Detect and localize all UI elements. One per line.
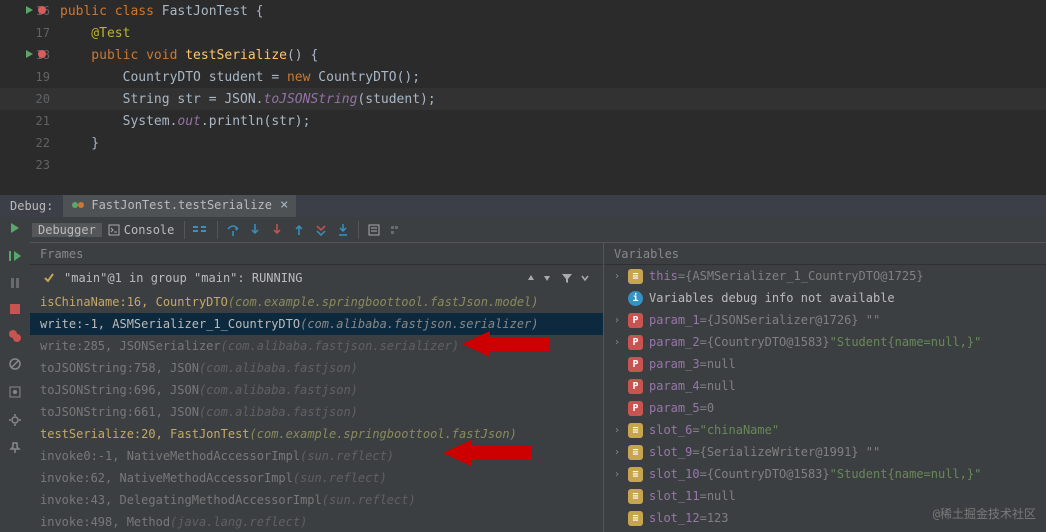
settings-icon[interactable] xyxy=(8,413,22,427)
var-item[interactable]: ›≡slot_6 = "chinaName" xyxy=(604,419,1046,441)
threads-icon[interactable] xyxy=(189,223,213,237)
debug-tab-bar: Debug: FastJonTest.testSerialize × xyxy=(0,195,1046,217)
pause-icon[interactable] xyxy=(9,277,21,289)
run-to-cursor-icon[interactable] xyxy=(332,223,354,237)
var-item[interactable]: ›Pparam_1 = {JSONSerializer@1726} "" xyxy=(604,309,1046,331)
check-icon xyxy=(43,272,55,284)
thread-selector[interactable]: "main"@1 in group "main": RUNNING xyxy=(30,265,603,291)
var-item[interactable]: Pparam_5 = 0 xyxy=(604,397,1046,419)
watermark: @稀土掘金技术社区 xyxy=(933,505,1036,522)
debug-label: Debug: xyxy=(10,199,53,213)
debug-side-toolbar xyxy=(0,243,30,532)
close-icon[interactable]: × xyxy=(280,197,288,213)
variables-header: Variables xyxy=(604,243,1046,265)
debugger-tab[interactable]: Debugger xyxy=(32,223,102,237)
force-step-into-icon[interactable] xyxy=(266,223,288,237)
frame-item[interactable]: invoke:43, DelegatingMethodAccessorImpl … xyxy=(30,489,603,511)
frame-item[interactable]: testSerialize:20, FastJonTest (com.examp… xyxy=(30,423,603,445)
evaluate-icon[interactable] xyxy=(363,223,385,237)
frame-item[interactable]: toJSONString:758, JSON (com.alibaba.fast… xyxy=(30,357,603,379)
debug-tab[interactable]: FastJonTest.testSerialize × xyxy=(63,195,296,217)
arrow-up-icon[interactable] xyxy=(526,273,536,283)
get-thread-dump-icon[interactable] xyxy=(8,385,22,399)
pin-icon[interactable] xyxy=(8,441,22,455)
var-item[interactable]: ›Pparam_2 = {CountryDTO@1583} "Student{n… xyxy=(604,331,1046,353)
console-tab[interactable]: Console xyxy=(102,223,181,237)
var-item[interactable]: Pparam_3 = null xyxy=(604,353,1046,375)
rerun-icon[interactable] xyxy=(8,221,22,235)
var-item[interactable]: ›≡slot_9 = {SerializeWriter@1991} "" xyxy=(604,441,1046,463)
chevron-down-icon[interactable] xyxy=(580,273,590,283)
step-out-icon[interactable] xyxy=(288,223,310,237)
stop-icon[interactable] xyxy=(9,303,21,315)
test-icon xyxy=(71,198,85,212)
var-item[interactable]: ›≡this = {ASMSerializer_1_CountryDTO@172… xyxy=(604,265,1046,287)
resume-icon[interactable] xyxy=(8,249,22,263)
mute-bp-icon[interactable] xyxy=(8,357,22,371)
frame-item[interactable]: isChinaName:16, CountryDTO (com.example.… xyxy=(30,291,603,313)
step-into-icon[interactable] xyxy=(244,223,266,237)
step-over-icon[interactable] xyxy=(222,223,244,237)
frames-list[interactable]: isChinaName:16, CountryDTO (com.example.… xyxy=(30,291,603,532)
variables-panel: Variables ›≡this = {ASMSerializer_1_Coun… xyxy=(604,243,1046,532)
frame-item[interactable]: write:285, JSONSerializer (com.alibaba.f… xyxy=(30,335,603,357)
arrow-down-icon[interactable] xyxy=(542,273,552,283)
var-item[interactable]: ≡slot_11 = null xyxy=(604,485,1046,507)
frame-item[interactable]: toJSONString:696, JSON (com.alibaba.fast… xyxy=(30,379,603,401)
console-icon xyxy=(108,224,120,236)
var-item[interactable]: ›≡slot_10 = {CountryDTO@1583} "Student{n… xyxy=(604,463,1046,485)
trace-icon[interactable] xyxy=(385,223,407,237)
code-editor[interactable]: 16public class FastJonTest {17 @Test18 p… xyxy=(0,0,1046,195)
frame-item[interactable]: invoke0:-1, NativeMethodAccessorImpl (su… xyxy=(30,445,603,467)
frame-item[interactable]: toJSONString:661, JSON (com.alibaba.fast… xyxy=(30,401,603,423)
breakpoints-icon[interactable] xyxy=(8,329,22,343)
frames-panel: Frames "main"@1 in group "main": RUNNING… xyxy=(30,243,604,532)
variables-list[interactable]: ›≡this = {ASMSerializer_1_CountryDTO@172… xyxy=(604,265,1046,532)
drop-frame-icon[interactable] xyxy=(310,223,332,237)
frame-item[interactable]: invoke:498, Method (java.lang.reflect) xyxy=(30,511,603,532)
filter-icon[interactable] xyxy=(561,272,573,284)
frame-item[interactable]: invoke:62, NativeMethodAccessorImpl (sun… xyxy=(30,467,603,489)
frames-header: Frames xyxy=(30,243,603,265)
frame-item[interactable]: write:-1, ASMSerializer_1_CountryDTO (co… xyxy=(30,313,603,335)
var-item[interactable]: Pparam_4 = null xyxy=(604,375,1046,397)
var-item[interactable]: iVariables debug info not available xyxy=(604,287,1046,309)
